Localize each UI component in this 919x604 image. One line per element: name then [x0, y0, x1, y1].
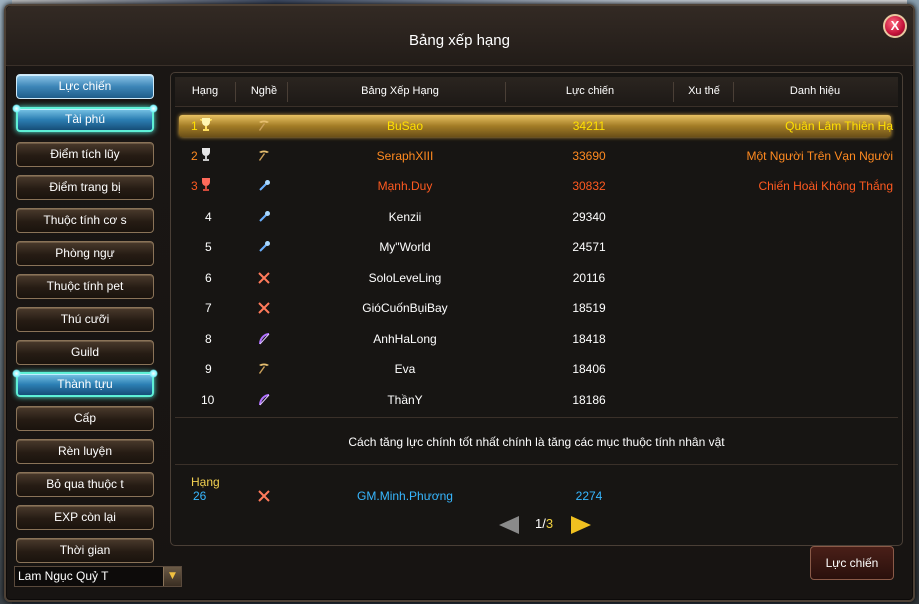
header-divider: [733, 82, 734, 102]
table-row[interactable]: 6 SoloLeveLing 20116: [179, 267, 891, 289]
header-rank: Hạng: [191, 85, 219, 97]
rank-cell: 5: [205, 240, 212, 254]
player-name[interactable]: Eva: [299, 362, 511, 376]
player-name[interactable]: ThầnY: [299, 393, 511, 407]
player-name[interactable]: Kenzii: [299, 210, 511, 224]
chevron-down-icon[interactable]: ▼: [163, 567, 181, 586]
gold-trophy-icon: [200, 118, 212, 131]
header-divider: [235, 82, 236, 102]
power-value: 34211: [572, 119, 606, 133]
player-name[interactable]: SoloLeveLing: [299, 271, 511, 285]
ranking-panel: Hạng Nghề Bảng Xếp Hạng Lực chiến Xu thế…: [170, 72, 903, 546]
silver-trophy-icon: [202, 148, 210, 161]
window-title: Bảng xếp hạng: [409, 32, 510, 49]
table-row[interactable]: 5 My"World 24571: [179, 236, 891, 258]
sidebar-item-level[interactable]: Cấp: [16, 406, 154, 431]
my-player-name: GM.Minh.Phương: [357, 489, 453, 503]
player-name[interactable]: My"World: [299, 240, 511, 254]
pagination: 1/3: [499, 513, 599, 537]
header-divider: [505, 82, 506, 102]
power-value: 24571: [572, 240, 606, 254]
rank-cell: 7: [205, 301, 212, 315]
power-value: 29340: [572, 210, 606, 224]
title-value: Một Người Trên Vạn Người: [746, 149, 893, 163]
pickaxe-icon: [259, 120, 269, 131]
bronze-trophy-icon: [202, 178, 210, 191]
page-indicator: 1/3: [535, 516, 553, 531]
player-name[interactable]: GióCuốnBụiBay: [299, 301, 511, 315]
sidebar-item-equipment-points[interactable]: Điểm trang bị: [16, 175, 154, 200]
table-row[interactable]: 7 GióCuốnBụiBay 18519: [179, 297, 891, 319]
power-value: 30832: [572, 179, 606, 193]
my-power-value: 2274: [575, 489, 603, 503]
pickaxe-icon: [259, 150, 269, 161]
table-row[interactable]: 8 AnhHaLong 18418: [179, 328, 891, 350]
player-name[interactable]: BuSao: [299, 119, 511, 133]
pickaxe-icon: [259, 363, 269, 374]
table-row[interactable]: 4 Kenzii 29340: [179, 206, 891, 228]
table-row[interactable]: 9 Eva 18406: [179, 358, 891, 380]
my-rank-value: 26: [193, 489, 207, 503]
staff-icon: [259, 241, 270, 252]
swords-icon: [258, 490, 270, 502]
header-divider: [287, 82, 288, 102]
power-value: 18418: [572, 332, 606, 346]
next-page-arrow-icon[interactable]: [571, 516, 591, 534]
server-select[interactable]: Lam Ngục Quỷ T ▼: [14, 566, 182, 587]
table-row[interactable]: 3 Mạnh.Duy 30832 Chiến Hoài Không Thắng: [179, 175, 893, 197]
sidebar-item-time[interactable]: Thời gian: [16, 538, 154, 563]
rank-cell: 10: [201, 393, 215, 407]
player-name[interactable]: AnhHaLong: [299, 332, 511, 346]
server-select-value: Lam Ngục Quỷ T: [18, 569, 109, 583]
sidebar-item-mount[interactable]: Thú cưỡi: [16, 307, 154, 332]
title-bar: Bảng xếp hạng X: [6, 6, 913, 66]
hint-text: Cách tăng lực chính tốt nhất chính là tă…: [175, 417, 898, 465]
rank-cell: 6: [205, 271, 212, 285]
staff-icon: [259, 180, 270, 191]
sidebar-item-wealth[interactable]: Tài phú: [12, 104, 158, 132]
power-value: 18186: [572, 393, 606, 407]
table-row[interactable]: 10 ThầnY 18186: [179, 389, 891, 411]
header-power: Lực chiến: [565, 85, 615, 97]
close-button[interactable]: X: [883, 14, 907, 38]
power-value: 18519: [572, 301, 606, 315]
power-value: 33690: [572, 149, 606, 163]
swords-icon: [258, 302, 270, 314]
combat-power-button[interactable]: Lực chiến: [810, 546, 894, 580]
prev-page-arrow-icon[interactable]: [499, 516, 519, 534]
header-name: Bảng Xếp Hạng: [361, 85, 439, 97]
sidebar-item-base-attributes[interactable]: Thuộc tính cơ s: [16, 208, 154, 233]
table-row[interactable]: 1 BuSao 34211 Quân Lâm Thiên Hạ: [179, 115, 893, 137]
bow-icon: [259, 394, 270, 406]
rank-cell: 9: [205, 362, 212, 376]
staff-icon: [259, 211, 270, 222]
sidebar-item-achievement[interactable]: Thành tựu: [12, 369, 158, 397]
bow-icon: [259, 333, 270, 345]
title-value: Quân Lâm Thiên Hạ: [785, 119, 893, 133]
title-value: Chiến Hoài Không Thắng: [758, 179, 893, 193]
power-value: 18406: [572, 362, 606, 376]
sidebar-item-exp-remaining[interactable]: EXP còn lại: [16, 505, 154, 530]
table-header: Hạng Nghề Bảng Xếp Hạng Lực chiến Xu thế…: [175, 77, 898, 107]
sidebar-item-ignore-attribute[interactable]: Bỏ qua thuộc t: [16, 472, 154, 497]
sidebar-item-accumulated-points[interactable]: Điểm tích lũy: [16, 142, 154, 167]
sidebar-item-defense[interactable]: Phòng ngự: [16, 241, 154, 266]
sidebar-item-pet-attributes[interactable]: Thuộc tính pet: [16, 274, 154, 299]
player-name[interactable]: SeraphXIII: [299, 149, 511, 163]
my-rank-row: 26 GM.Minh.Phương 2274: [179, 485, 891, 507]
sidebar-item-combat-power[interactable]: Lực chiến: [16, 74, 154, 99]
header-job: Nghề: [250, 85, 278, 97]
header-title: Danh hiệu: [789, 85, 841, 97]
sidebar-item-guild[interactable]: Guild: [16, 340, 154, 365]
header-trend: Xu thế: [688, 85, 720, 97]
header-divider: [673, 82, 674, 102]
swords-icon: [258, 272, 270, 284]
total-pages: 3: [545, 516, 554, 531]
player-name[interactable]: Mạnh.Duy: [299, 179, 511, 193]
sidebar-item-training[interactable]: Rèn luyện: [16, 439, 154, 464]
power-value: 20116: [572, 271, 606, 285]
rank-cell: 4: [205, 210, 212, 224]
rank-cell: 8: [205, 332, 212, 346]
table-row[interactable]: 2 SeraphXIII 33690 Một Người Trên Vạn Ng…: [179, 145, 893, 167]
